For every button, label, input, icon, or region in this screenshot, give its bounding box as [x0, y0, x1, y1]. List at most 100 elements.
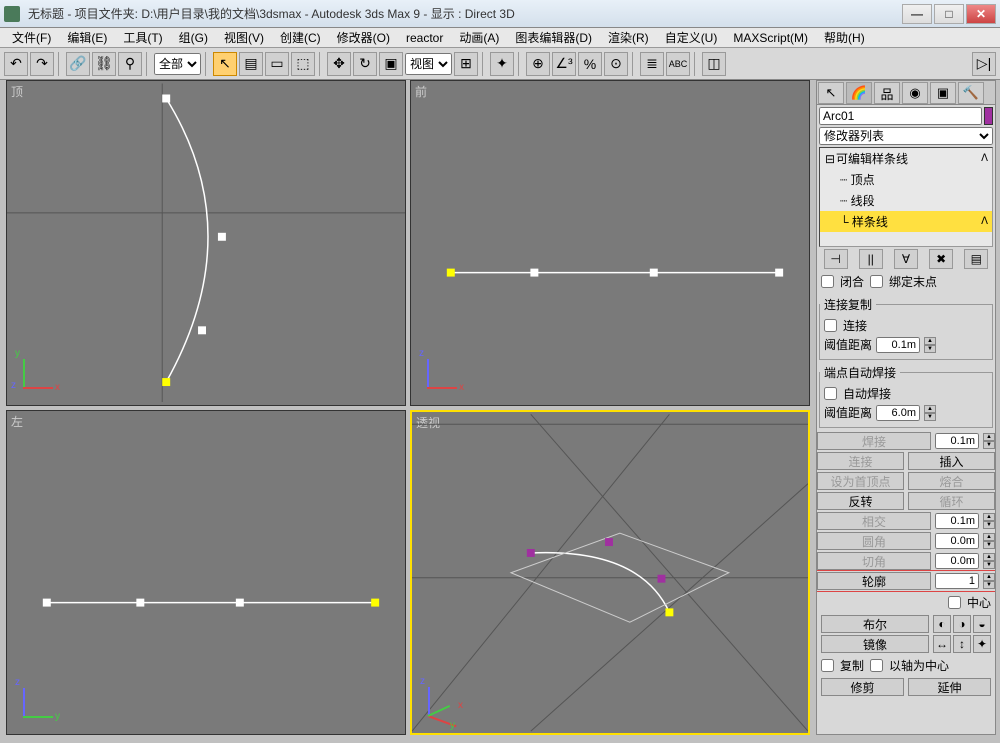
- stack-item-segment[interactable]: ┈ 线段: [820, 190, 992, 211]
- select-icon[interactable]: ↖: [213, 52, 237, 76]
- menu-graph[interactable]: 图表编辑器(D): [507, 27, 600, 48]
- weld-button[interactable]: 焊接: [817, 432, 931, 450]
- axis-center-checkbox[interactable]: [870, 659, 883, 672]
- undo-icon[interactable]: ↶: [4, 52, 28, 76]
- modifier-list-dropdown[interactable]: 修改器列表: [819, 127, 993, 145]
- menu-views[interactable]: 视图(V): [216, 27, 272, 48]
- ref-coord[interactable]: 视图: [405, 53, 452, 75]
- cross-button[interactable]: 相交: [817, 512, 931, 530]
- menu-help[interactable]: 帮助(H): [816, 27, 873, 48]
- modifier-stack[interactable]: ⊟可编辑样条线ᐱ ┈ 顶点 ┈ 线段 └ 样条线ᐱ: [819, 147, 993, 247]
- fuse-button[interactable]: 熔合: [908, 472, 995, 490]
- rotate-icon[interactable]: ↻: [353, 52, 377, 76]
- mirror-v-icon[interactable]: ↕: [953, 635, 971, 653]
- cycle-button[interactable]: 循环: [908, 492, 995, 510]
- menu-file[interactable]: 文件(F): [4, 27, 59, 48]
- stack-item-editable-spline[interactable]: ⊟可编辑样条线ᐱ: [820, 148, 992, 169]
- unique-icon[interactable]: ∀: [894, 249, 918, 269]
- stack-item-vertex[interactable]: ┈ 顶点: [820, 169, 992, 190]
- tab-create-icon[interactable]: ↖: [818, 82, 844, 104]
- remove-mod-icon[interactable]: ✖: [929, 249, 953, 269]
- threshold-input[interactable]: [876, 337, 920, 353]
- reverse-button[interactable]: 反转: [817, 492, 904, 510]
- config-icon[interactable]: ▤: [964, 249, 988, 269]
- viewport-perspective[interactable]: 透视 z x y: [410, 410, 810, 736]
- mirror-both-icon[interactable]: ✦: [973, 635, 991, 653]
- spin-down-icon[interactable]: ▼: [924, 345, 936, 353]
- object-name-input[interactable]: [819, 107, 982, 125]
- mirror-icon[interactable]: ◫: [702, 52, 726, 76]
- center-checkbox[interactable]: [948, 596, 961, 609]
- viewport-front[interactable]: 前 z x: [410, 80, 810, 406]
- show-end-icon[interactable]: ||: [859, 249, 883, 269]
- window-crossing-icon[interactable]: ⬚: [291, 52, 315, 76]
- maximize-button[interactable]: □: [934, 4, 964, 24]
- mirror-button[interactable]: 镜像: [821, 635, 929, 653]
- stack-item-spline[interactable]: └ 样条线ᐱ: [820, 211, 992, 232]
- connect-checkbox[interactable]: [824, 319, 837, 332]
- manipulate-icon[interactable]: ✦: [490, 52, 514, 76]
- select-region-icon[interactable]: ▭: [265, 52, 289, 76]
- viewport-top[interactable]: 顶 y x z: [6, 80, 406, 406]
- link-icon[interactable]: 🔗: [66, 52, 90, 76]
- viewport-left[interactable]: 左 z y: [6, 410, 406, 736]
- spin-up-icon[interactable]: ▲: [924, 337, 936, 345]
- close-button[interactable]: ✕: [966, 4, 996, 24]
- connect-button[interactable]: 连接: [817, 452, 904, 470]
- menu-tools[interactable]: 工具(T): [115, 27, 170, 48]
- tab-hierarchy-icon[interactable]: 品: [874, 82, 900, 104]
- bool-union-icon[interactable]: ◐: [933, 615, 951, 633]
- extend-button[interactable]: 延伸: [908, 678, 991, 696]
- menu-animation[interactable]: 动画(A): [451, 27, 507, 48]
- unlink-icon[interactable]: ⛓: [92, 52, 116, 76]
- trim-button[interactable]: 修剪: [821, 678, 904, 696]
- spinner-snap-icon[interactable]: ⊙: [604, 52, 628, 76]
- angle-snap-icon[interactable]: ∠³: [552, 52, 576, 76]
- fillet-input[interactable]: [935, 533, 979, 549]
- scale-icon[interactable]: ▣: [379, 52, 403, 76]
- minimize-button[interactable]: —: [902, 4, 932, 24]
- named-sel-icon[interactable]: ≣: [640, 52, 664, 76]
- percent-snap-icon[interactable]: %: [578, 52, 602, 76]
- tab-motion-icon[interactable]: ◉: [902, 82, 928, 104]
- object-color-swatch[interactable]: [984, 107, 993, 125]
- pivot-icon[interactable]: ⊞: [454, 52, 478, 76]
- select-name-icon[interactable]: ▤: [239, 52, 263, 76]
- tab-utilities-icon[interactable]: 🔨: [958, 82, 984, 104]
- abc-icon[interactable]: ABC: [666, 52, 690, 76]
- mirror-h-icon[interactable]: ↔: [933, 635, 951, 653]
- auto-weld-checkbox[interactable]: [824, 387, 837, 400]
- bool-intersect-icon[interactable]: ◒: [973, 615, 991, 633]
- menu-reactor[interactable]: reactor: [398, 29, 451, 47]
- bool-subtract-icon[interactable]: ◑: [953, 615, 971, 633]
- outline-input[interactable]: [935, 573, 979, 589]
- snap-icon[interactable]: ⊕: [526, 52, 550, 76]
- bind-icon[interactable]: ⚲: [118, 52, 142, 76]
- fillet-button[interactable]: 圆角: [817, 532, 931, 550]
- menu-group[interactable]: 组(G): [171, 27, 216, 48]
- boolean-button[interactable]: 布尔: [821, 615, 929, 633]
- menu-render[interactable]: 渲染(R): [600, 27, 657, 48]
- outline-button[interactable]: 轮廓: [817, 572, 931, 590]
- pin-stack-icon[interactable]: ⊣: [824, 249, 848, 269]
- copy-checkbox[interactable]: [821, 659, 834, 672]
- tab-modify-icon[interactable]: 🌈: [846, 82, 872, 104]
- weld-input[interactable]: [935, 433, 979, 449]
- make-first-button[interactable]: 设为首顶点: [817, 472, 904, 490]
- chamfer-input[interactable]: [935, 553, 979, 569]
- move-icon[interactable]: ✥: [327, 52, 351, 76]
- bind-last-checkbox[interactable]: [870, 275, 883, 288]
- cross-input[interactable]: [935, 513, 979, 529]
- threshold2-input[interactable]: [876, 405, 920, 421]
- chamfer-button[interactable]: 切角: [817, 552, 931, 570]
- closed-checkbox[interactable]: [821, 275, 834, 288]
- menu-maxscript[interactable]: MAXScript(M): [725, 29, 816, 47]
- selection-filter[interactable]: 全部: [154, 53, 201, 75]
- menu-customize[interactable]: 自定义(U): [657, 27, 726, 48]
- align-icon[interactable]: ▷|: [972, 52, 996, 76]
- tab-display-icon[interactable]: ▣: [930, 82, 956, 104]
- menu-modifiers[interactable]: 修改器(O): [329, 27, 398, 48]
- insert-button[interactable]: 插入: [908, 452, 995, 470]
- redo-icon[interactable]: ↷: [30, 52, 54, 76]
- menu-edit[interactable]: 编辑(E): [59, 27, 115, 48]
